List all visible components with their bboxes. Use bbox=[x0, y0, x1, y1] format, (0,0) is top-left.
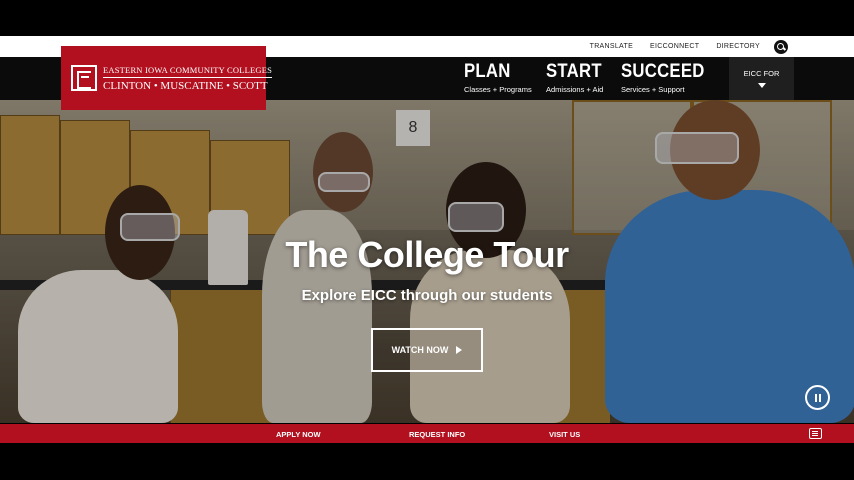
nav-item-succeed[interactable]: SUCCEED Services + Support bbox=[621, 61, 716, 95]
hero-title: The College Tour bbox=[285, 234, 569, 275]
logo-college-name: EASTERN IOWA COMMUNITY COLLEGES bbox=[103, 65, 273, 78]
nav-item-sublabel: Admissions + Aid bbox=[546, 85, 604, 94]
request-info-link[interactable]: REQUEST INFO bbox=[409, 430, 465, 439]
nav-item-label: PLAN bbox=[464, 61, 511, 82]
chat-icon[interactable] bbox=[809, 428, 822, 439]
eicc-for-label: EICC FOR bbox=[743, 69, 780, 78]
nav-item-sublabel: Classes + Programs bbox=[464, 85, 532, 94]
pause-icon[interactable] bbox=[805, 385, 830, 410]
eicconnect-link[interactable]: EICCONNECT bbox=[650, 43, 699, 50]
chevron-down-icon bbox=[757, 83, 766, 88]
nav-item-label: SUCCEED bbox=[621, 61, 705, 82]
directory-link[interactable]: DIRECTORY bbox=[716, 43, 760, 50]
eicc-for-dropdown[interactable]: EICC FOR bbox=[729, 57, 794, 100]
nav-item-plan[interactable]: PLAN Classes + Programs bbox=[464, 61, 532, 95]
nav-item-label: START bbox=[546, 61, 602, 82]
hero-subtitle: Explore EICC through our students bbox=[301, 287, 553, 304]
nav-item-sublabel: Services + Support bbox=[621, 85, 685, 94]
visit-us-link[interactable]: VISIT US bbox=[549, 430, 580, 439]
apply-now-link[interactable]: APPLY NOW bbox=[276, 430, 321, 439]
college-logo[interactable]: EASTERN IOWA COMMUNITY COLLEGES CLINTON … bbox=[61, 46, 273, 110]
page: TRANSLATE EICCONNECT DIRECTORY EASTERN I… bbox=[0, 0, 854, 480]
translate-link[interactable]: TRANSLATE bbox=[590, 43, 633, 50]
bottom-action-bar: APPLY NOW REQUEST INFO VISIT US bbox=[0, 424, 854, 443]
search-icon[interactable] bbox=[774, 39, 788, 54]
nav-item-start[interactable]: START Admissions + Aid bbox=[546, 61, 609, 95]
hero-video: 8 The College Tour Explore EICC through … bbox=[0, 100, 854, 423]
watch-now-button[interactable]: WATCH NOW bbox=[371, 328, 483, 372]
watch-now-label: WATCH NOW bbox=[391, 345, 449, 355]
play-icon bbox=[456, 346, 463, 354]
logo-campuses: CLINTON • MUSCATINE • SCOTT bbox=[103, 79, 268, 92]
eicc-logo-icon bbox=[71, 65, 97, 91]
